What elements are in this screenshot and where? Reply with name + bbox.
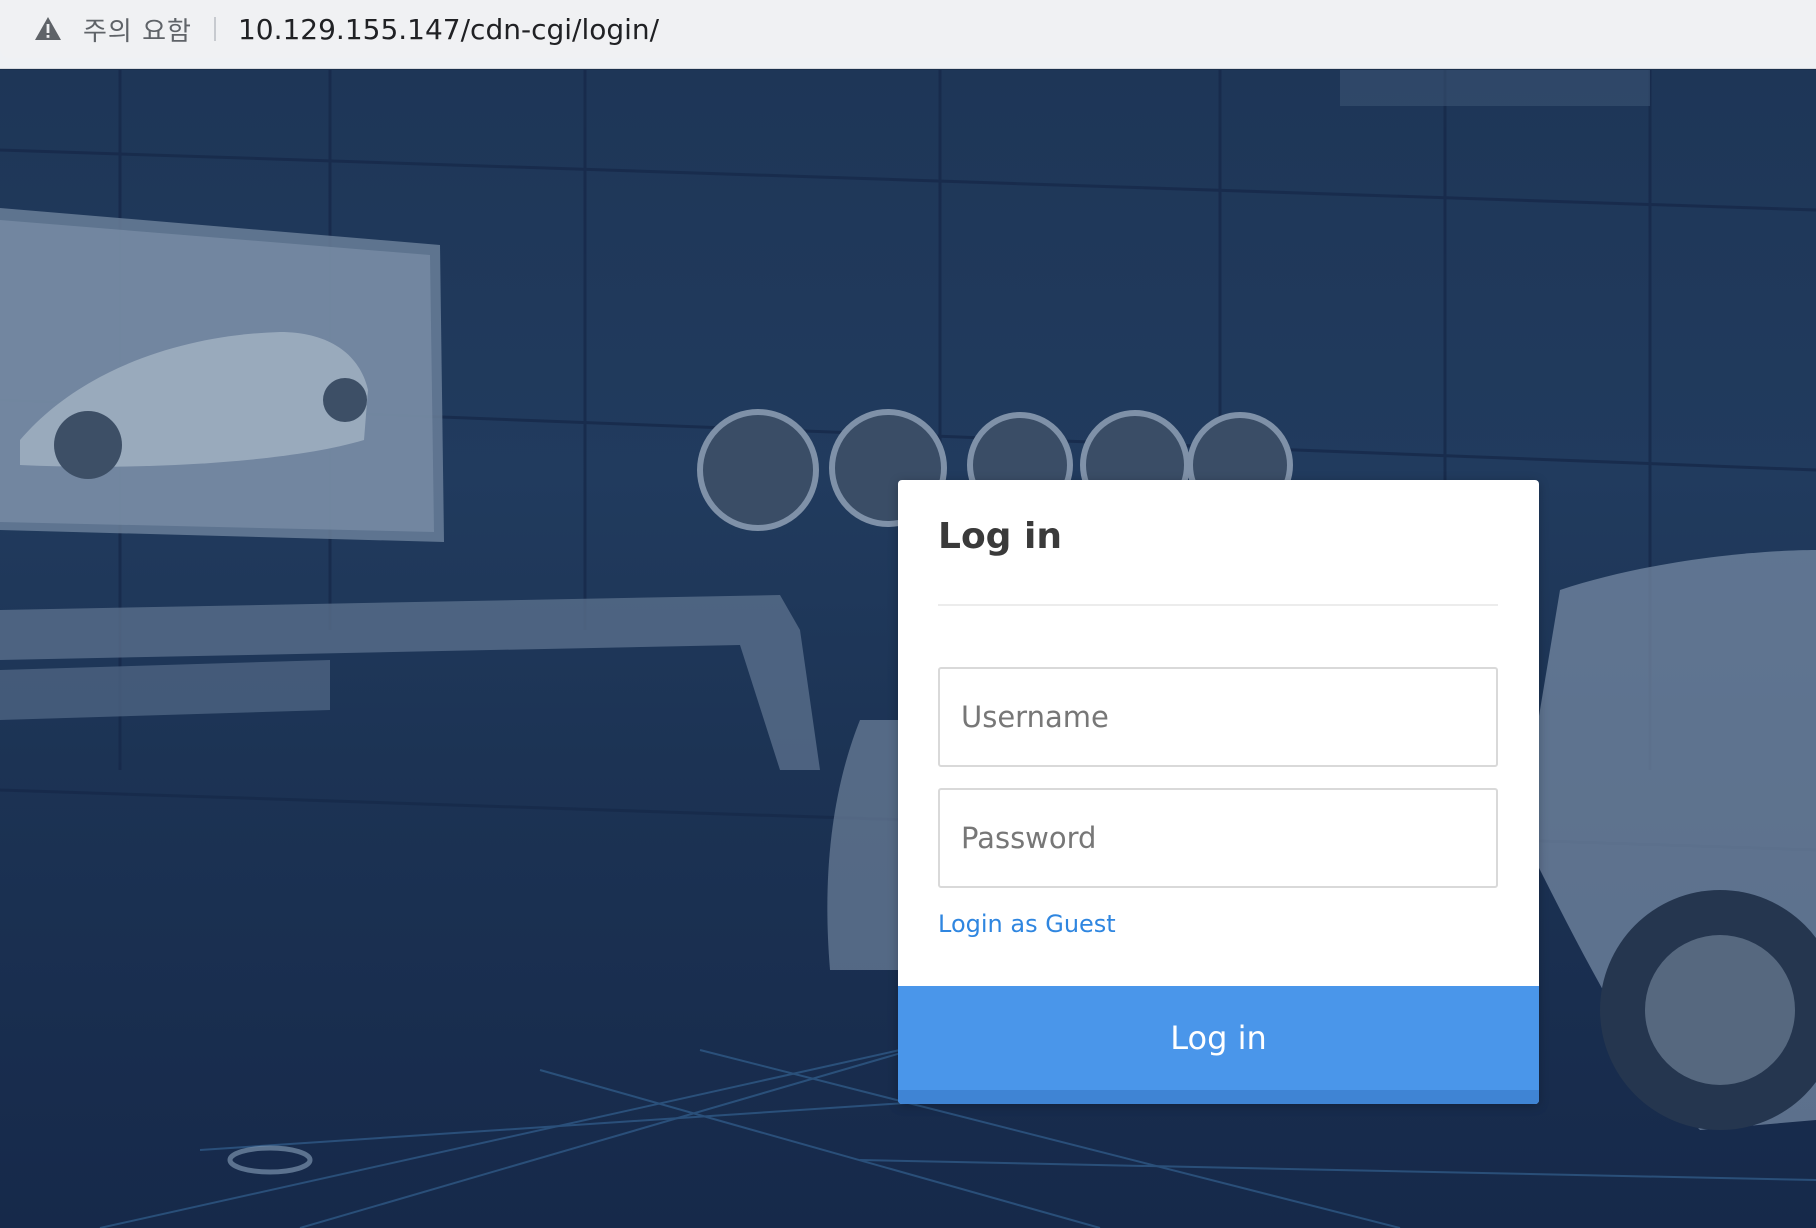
login-title: Log in [938, 516, 1062, 557]
url-text[interactable]: 10.129.155.147/cdn-cgi/login/ [238, 13, 659, 46]
login-card: Log in Login as Guest Log in [898, 480, 1539, 1104]
warning-icon[interactable] [34, 15, 62, 43]
title-divider [938, 604, 1498, 606]
password-input[interactable] [938, 788, 1498, 888]
login-button[interactable]: Log in [898, 986, 1539, 1104]
username-input[interactable] [938, 667, 1498, 767]
security-warning-text[interactable]: 주의 요함 [83, 11, 192, 48]
login-as-guest-link[interactable]: Login as Guest [938, 910, 1116, 938]
browser-address-bar: 주의 요함 10.129.155.147/cdn-cgi/login/ [0, 0, 1816, 69]
url-bar[interactable]: 주의 요함 10.129.155.147/cdn-cgi/login/ [0, 0, 1816, 58]
address-separator [213, 17, 216, 41]
